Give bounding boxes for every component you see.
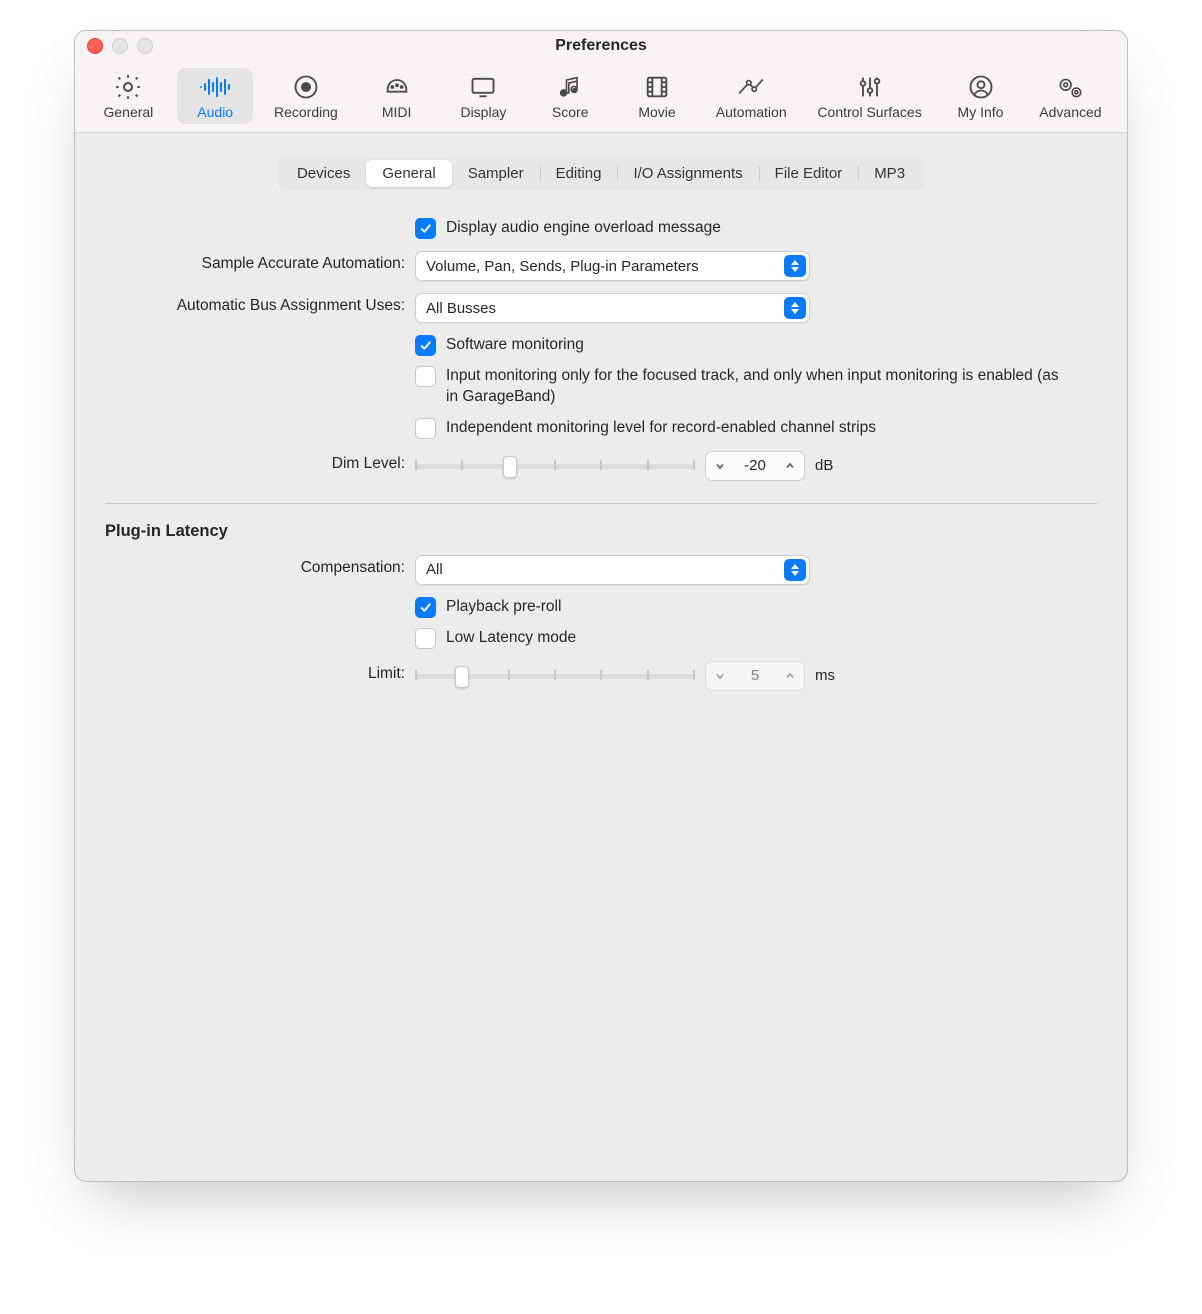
dim-level-label: Dim Level: xyxy=(332,451,405,473)
software-monitoring-label: Software monitoring xyxy=(446,335,584,356)
select-value: All xyxy=(426,561,443,578)
toolbar-label: Display xyxy=(460,104,506,120)
section-divider xyxy=(105,503,1097,504)
dim-level-unit: dB xyxy=(815,457,833,474)
chevron-down-icon[interactable] xyxy=(706,460,734,472)
subtab-mp3[interactable]: MP3 xyxy=(858,160,921,187)
monitor-icon xyxy=(466,72,500,102)
limit-unit: ms xyxy=(815,667,835,684)
subtab-devices[interactable]: Devices xyxy=(281,160,366,187)
toolbar: General Audio Recording MIDI Display xyxy=(75,62,1127,133)
preferences-window: Preferences General Audio Recording MID xyxy=(74,30,1128,1182)
toolbar-my-info[interactable]: My Info xyxy=(943,68,1019,124)
record-icon xyxy=(289,72,323,102)
toolbar-advanced[interactable]: Advanced xyxy=(1029,68,1111,124)
toolbar-label: Advanced xyxy=(1039,104,1101,120)
low-latency-label: Low Latency mode xyxy=(446,628,576,649)
midi-port-icon xyxy=(380,72,414,102)
audio-waveform-icon xyxy=(198,72,232,102)
limit-slider[interactable] xyxy=(415,666,695,686)
zoom-window-button[interactable] xyxy=(137,38,153,54)
chevron-up-icon[interactable] xyxy=(776,460,804,472)
limit-label: Limit: xyxy=(368,661,405,683)
minimize-window-button[interactable] xyxy=(112,38,128,54)
toolbar-automation[interactable]: Automation xyxy=(706,68,797,124)
auto-bus-label: Automatic Bus Assignment Uses: xyxy=(177,293,405,315)
sample-accurate-label: Sample Accurate Automation: xyxy=(202,251,405,273)
display-overload-label: Display audio engine overload message xyxy=(446,218,721,239)
low-latency-checkbox[interactable] xyxy=(415,628,436,649)
music-notes-icon xyxy=(553,72,587,102)
faders-icon xyxy=(853,72,887,102)
toolbar-movie[interactable]: Movie xyxy=(619,68,695,124)
sample-accurate-select[interactable]: Volume, Pan, Sends, Plug-in Parameters xyxy=(415,251,810,281)
gears-icon xyxy=(1053,72,1087,102)
subtab-io[interactable]: I/O Assignments xyxy=(617,160,758,187)
limit-value: 5 xyxy=(734,667,776,684)
dim-level-slider[interactable] xyxy=(415,456,695,476)
content-area: Devices General Sampler Editing I/O Assi… xyxy=(75,133,1127,1181)
window-title: Preferences xyxy=(555,37,647,55)
film-icon xyxy=(640,72,674,102)
dim-level-stepper[interactable]: -20 xyxy=(705,451,805,481)
toolbar-control-surfaces[interactable]: Control Surfaces xyxy=(807,68,931,124)
chevron-up-down-icon xyxy=(784,297,806,319)
limit-stepper[interactable]: 5 xyxy=(705,661,805,691)
playback-preroll-label: Playback pre-roll xyxy=(446,597,561,618)
toolbar-audio[interactable]: Audio xyxy=(177,68,253,124)
subtab-file-editor[interactable]: File Editor xyxy=(759,160,859,187)
playback-preroll-checkbox[interactable] xyxy=(415,597,436,618)
toolbar-label: My Info xyxy=(958,104,1004,120)
toolbar-label: Audio xyxy=(197,104,233,120)
toolbar-label: General xyxy=(103,104,153,120)
toolbar-display[interactable]: Display xyxy=(445,68,521,124)
window-traffic-lights xyxy=(87,38,153,54)
toolbar-midi[interactable]: MIDI xyxy=(359,68,435,124)
subtab-sampler[interactable]: Sampler xyxy=(452,160,540,187)
latency-section: Compensation: All Playback pre-roll xyxy=(105,555,1097,691)
toolbar-label: Score xyxy=(552,104,589,120)
subtab-editing[interactable]: Editing xyxy=(540,160,618,187)
chevron-up-down-icon xyxy=(784,255,806,277)
titlebar: Preferences xyxy=(75,31,1127,62)
toolbar-general[interactable]: General xyxy=(90,68,166,124)
software-monitoring-checkbox[interactable] xyxy=(415,335,436,356)
chevron-up-icon[interactable] xyxy=(776,670,804,682)
select-value: Volume, Pan, Sends, Plug-in Parameters xyxy=(426,258,699,275)
toolbar-label: Control Surfaces xyxy=(817,104,921,120)
gear-icon xyxy=(111,72,145,102)
subtab-general[interactable]: General xyxy=(366,160,451,187)
general-section: Display audio engine overload message Sa… xyxy=(105,218,1097,481)
chevron-up-down-icon xyxy=(784,559,806,581)
select-value: All Busses xyxy=(426,300,496,317)
close-window-button[interactable] xyxy=(87,38,103,54)
independent-monitoring-label: Independent monitoring level for record-… xyxy=(446,418,876,439)
person-circle-icon xyxy=(964,72,998,102)
input-monitoring-focused-label: Input monitoring only for the focused tr… xyxy=(446,366,1065,408)
toolbar-label: MIDI xyxy=(382,104,412,120)
auto-bus-select[interactable]: All Busses xyxy=(415,293,810,323)
dim-level-value: -20 xyxy=(734,457,776,474)
compensation-select[interactable]: All xyxy=(415,555,810,585)
plugin-latency-heading: Plug-in Latency xyxy=(105,522,1097,541)
independent-monitoring-checkbox[interactable] xyxy=(415,418,436,439)
toolbar-label: Automation xyxy=(716,104,787,120)
toolbar-recording[interactable]: Recording xyxy=(264,68,348,124)
display-overload-checkbox[interactable] xyxy=(415,218,436,239)
toolbar-label: Movie xyxy=(638,104,675,120)
toolbar-label: Recording xyxy=(274,104,338,120)
input-monitoring-focused-checkbox[interactable] xyxy=(415,366,436,387)
compensation-label: Compensation: xyxy=(301,555,405,577)
chevron-down-icon[interactable] xyxy=(706,670,734,682)
toolbar-score[interactable]: Score xyxy=(532,68,608,124)
subtab-bar: Devices General Sampler Editing I/O Assi… xyxy=(278,157,924,190)
automation-curve-icon xyxy=(734,72,768,102)
